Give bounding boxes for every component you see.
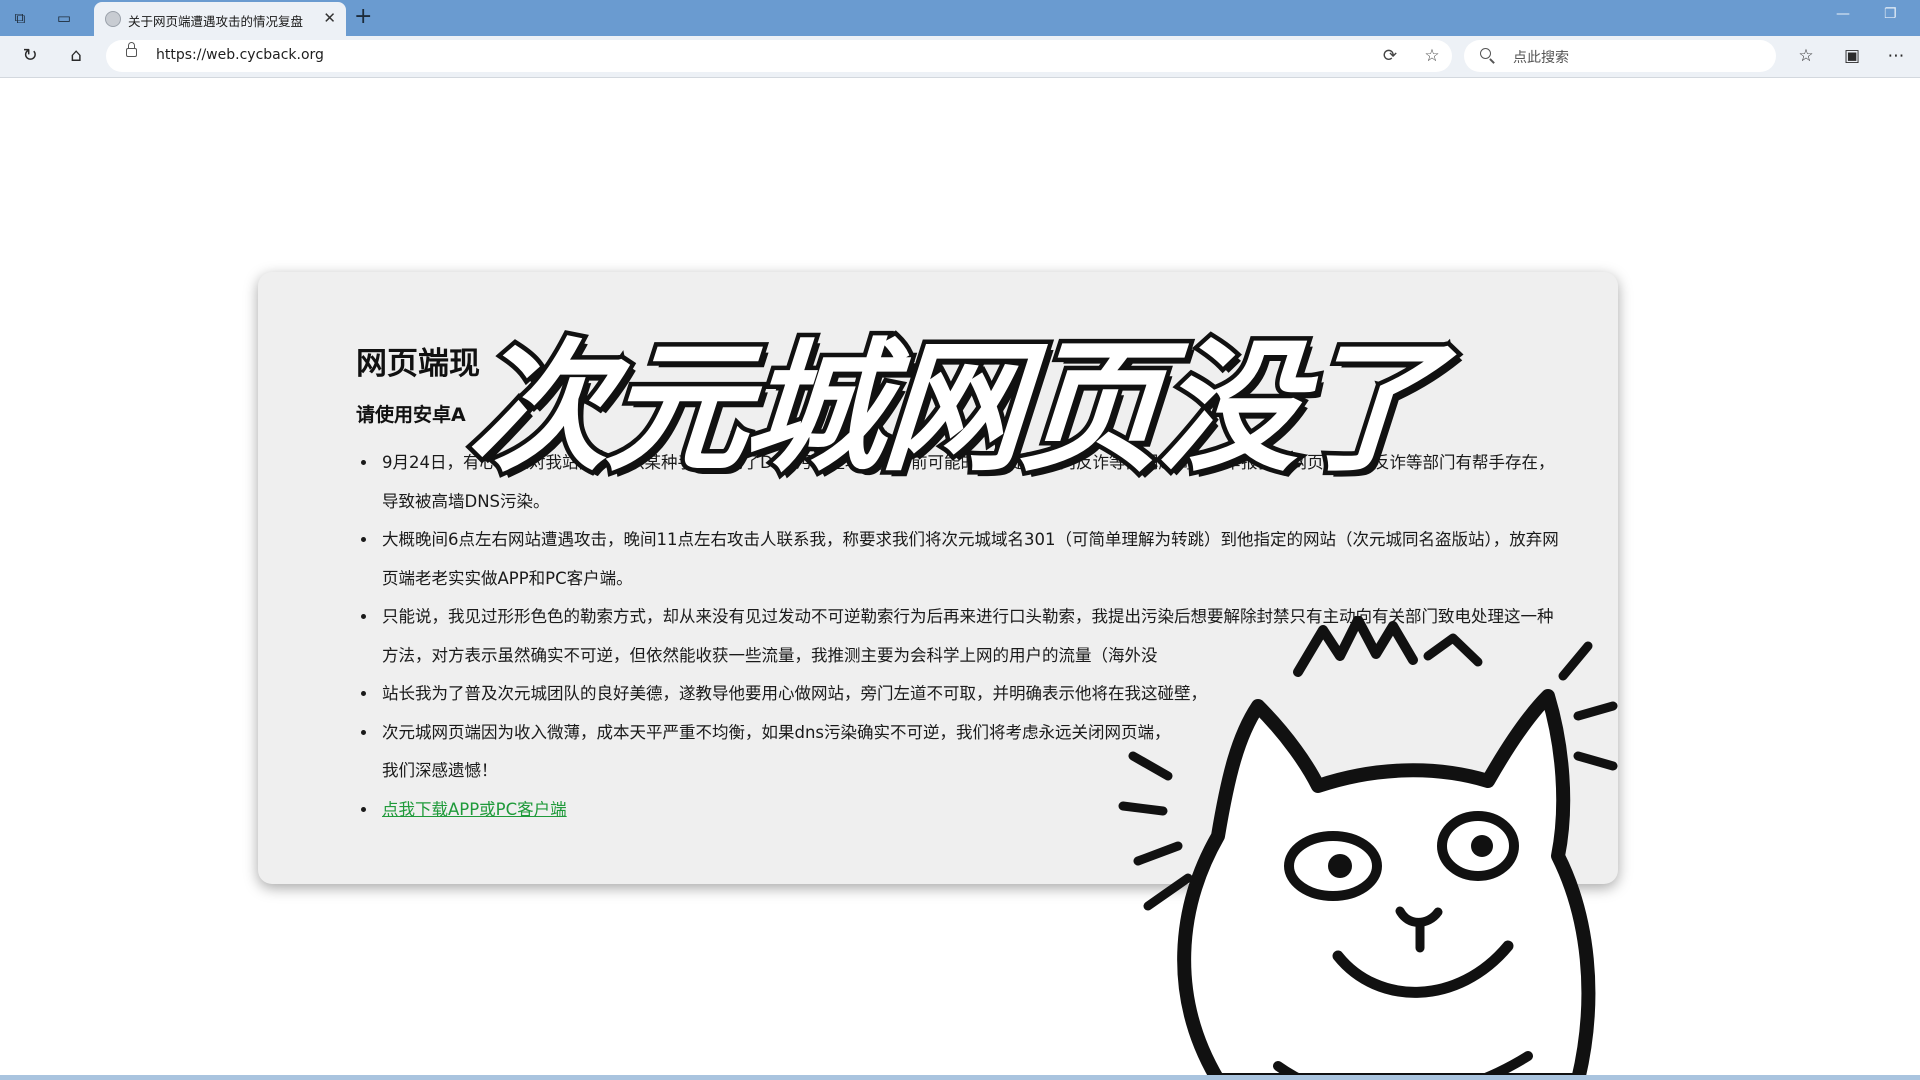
- favorites-icon[interactable]: ☆: [1794, 44, 1818, 68]
- cat-sticker-image: [1118, 616, 1618, 1080]
- bottom-edge: [0, 1075, 1920, 1080]
- page-subheading: 请使用安卓A: [356, 404, 466, 426]
- read-aloud-icon[interactable]: ⟳: [1378, 44, 1402, 68]
- list-item: 大概晚间6点左右网站遭遇攻击，晚间11点左右攻击人联系我，称要求我们将次元城域名…: [378, 521, 1568, 598]
- favorite-star-icon[interactable]: ☆: [1420, 44, 1444, 68]
- list-item-text: 我们深感遗憾！: [382, 761, 498, 780]
- refresh-icon[interactable]: ↻: [18, 44, 42, 68]
- tab-active[interactable]: 关于网页端遭遇攻击的情况复盘 ✕: [94, 2, 346, 36]
- search-icon: [1480, 48, 1491, 59]
- tab-title: 关于网页端遭遇攻击的情况复盘: [128, 14, 304, 29]
- collections-toolbar-icon[interactable]: ▣: [1840, 44, 1864, 68]
- restore-icon[interactable]: ❐: [1884, 6, 1897, 22]
- collections-icon[interactable]: ⧉: [10, 8, 30, 28]
- tab-actions-icon[interactable]: ▭: [54, 8, 74, 28]
- tab-close-icon[interactable]: ✕: [323, 9, 336, 27]
- navigation-bar: ↻ ⌂ https://web.cycback.org ⟳ ☆ 点此搜索 ☆ ▣…: [0, 36, 1920, 77]
- more-icon[interactable]: ⋯: [1884, 44, 1908, 68]
- page-heading: 网页端现: [356, 346, 480, 382]
- list-item-text: 次元城网页端因为收入微薄，成本天平严重不均衡，如果dns污染确实不可逆，我们将考…: [382, 722, 1171, 742]
- address-bar[interactable]: https://web.cycback.org ⟳ ☆: [106, 40, 1452, 72]
- lock-icon[interactable]: [126, 42, 137, 57]
- tab-favicon: [105, 11, 121, 27]
- download-link[interactable]: 点我下载APP或PC客户端: [382, 800, 567, 819]
- minimize-icon[interactable]: —: [1836, 6, 1850, 22]
- home-icon[interactable]: ⌂: [64, 44, 88, 68]
- search-placeholder[interactable]: 点此搜索: [1513, 47, 1569, 67]
- title-bar: ⧉ ▭ 关于网页端遭遇攻击的情况复盘 ✕ + — ❐: [0, 0, 1920, 36]
- url-text[interactable]: https://web.cycback.org: [156, 47, 324, 63]
- new-tab-button[interactable]: +: [354, 4, 372, 30]
- overlay-title: 次元城网页没了: [459, 322, 1446, 496]
- search-bar[interactable]: 点此搜索: [1464, 40, 1776, 72]
- page-content: 网页端现 请使用安卓A 9月24日，有心之人对我站网页端以某种手段发动了DNS污…: [0, 78, 1920, 1075]
